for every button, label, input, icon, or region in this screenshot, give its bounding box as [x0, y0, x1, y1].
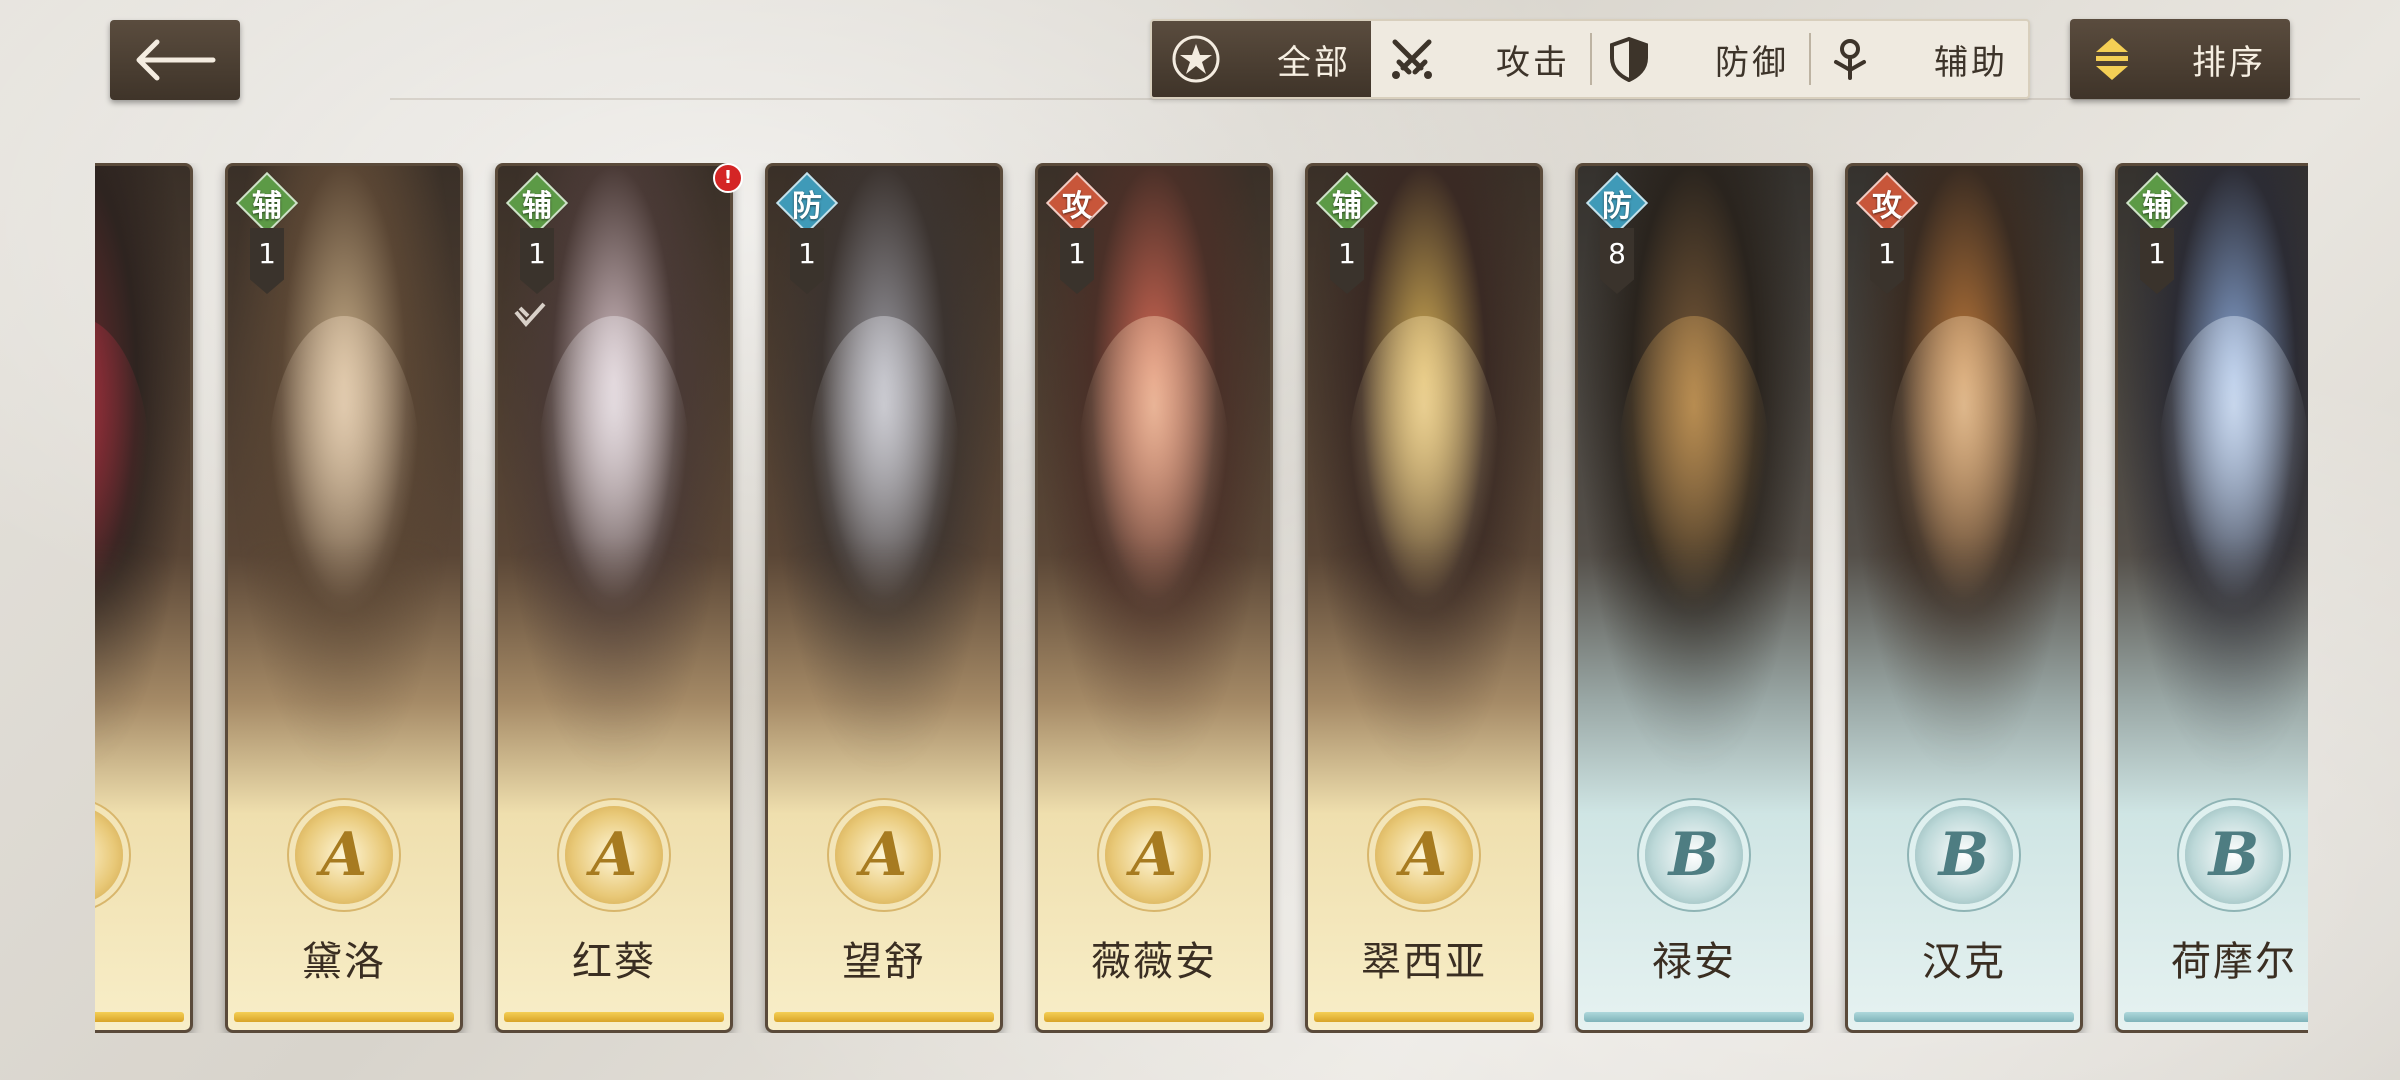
sort-label: 排序 — [2192, 42, 2266, 83]
character-card[interactable]: 辅 1 A 翠西亚 — [1305, 163, 1543, 1033]
filter-tab-defense[interactable]: 防御 — [1590, 21, 1809, 97]
rank-medal: A — [1105, 806, 1203, 904]
role-label: 防 — [1602, 189, 1632, 224]
rarity-bar — [1854, 1012, 2074, 1022]
character-name: 红葵 — [572, 939, 656, 985]
role-label: 辅 — [252, 189, 282, 224]
filter-tab-label: 全部 — [1277, 42, 1351, 83]
character-name: 薇薇安 — [1091, 939, 1217, 985]
character-name: 黛洛 — [302, 939, 386, 985]
role-badge: 辅 — [505, 171, 569, 235]
rarity-bar — [95, 1012, 184, 1022]
role-label: 攻 — [1872, 189, 1902, 224]
character-card[interactable]: 防 8 B 禄安 — [1575, 163, 1813, 1033]
character-card-list: A玫辅1A黛洛辅1A红葵!防1A望舒攻1A薇薇安辅1A翠西亚防8B禄安攻1B汉克… — [95, 163, 2308, 1033]
character-card[interactable]: A玫 — [95, 163, 193, 1033]
character-card[interactable]: 辅 1 B 荷摩尔 — [2115, 163, 2308, 1033]
back-arrow-icon — [136, 39, 216, 81]
filter-tab-all[interactable]: 全部 — [1152, 21, 1371, 97]
character-name: 汉克 — [1922, 939, 2006, 985]
role-badge: 辅 — [235, 171, 299, 235]
role-badge: 防 — [775, 171, 839, 235]
character-card[interactable]: 攻 1 B 汉克 — [1845, 163, 2083, 1033]
sort-icon — [2096, 38, 2128, 80]
role-label: 辅 — [522, 189, 552, 224]
role-badge: 辅 — [2125, 171, 2189, 235]
character-card[interactable]: 辅 1 A 红葵 — [495, 163, 733, 1033]
role-label: 攻 — [1062, 189, 1092, 224]
role-label: 防 — [792, 189, 822, 224]
role-badge: 攻 — [1045, 171, 1109, 235]
star-icon — [1172, 35, 1220, 83]
rank-medal: B — [2185, 806, 2283, 904]
character-portrait — [95, 166, 190, 786]
shield-icon — [1610, 36, 1648, 82]
filter-tab-support[interactable]: 辅助 — [1809, 21, 2028, 97]
character-name: 禄安 — [1652, 939, 1736, 985]
crossed-swords-icon — [1392, 39, 1432, 79]
role-filter-bar: 全部 攻击 防御 辅助 — [1150, 19, 2030, 99]
back-button[interactable] — [110, 20, 240, 100]
rarity-bar — [2124, 1012, 2308, 1022]
rarity-bar — [1314, 1012, 1534, 1022]
sort-button[interactable]: 排序 — [2070, 19, 2290, 99]
bond-link-icon — [514, 302, 546, 328]
filter-tab-label: 防御 — [1715, 42, 1789, 83]
rank-medal: B — [1645, 806, 1743, 904]
character-card[interactable]: 防 1 A 望舒 — [765, 163, 1003, 1033]
role-badge: 攻 — [1855, 171, 1919, 235]
character-name: 望舒 — [842, 939, 926, 985]
support-icon — [1834, 39, 1866, 80]
role-badge: 辅 — [1315, 171, 1379, 235]
character-name: 荷摩尔 — [2171, 939, 2297, 985]
character-card[interactable]: 攻 1 A 薇薇安 — [1035, 163, 1273, 1033]
rarity-bar — [1044, 1012, 1264, 1022]
filter-tab-label: 攻击 — [1496, 42, 1570, 83]
notification-badge: ! — [713, 163, 743, 193]
filter-tab-label: 辅助 — [1934, 42, 2008, 83]
rank-medal: A — [295, 806, 393, 904]
rarity-bar — [1584, 1012, 1804, 1022]
role-label: 辅 — [1332, 189, 1362, 224]
rarity-bar — [504, 1012, 724, 1022]
filter-tab-attack[interactable]: 攻击 — [1371, 21, 1590, 97]
character-name: 玫 — [95, 929, 190, 987]
rank-medal: A — [1375, 806, 1473, 904]
role-label: 辅 — [2142, 189, 2172, 224]
rank-medal: A — [95, 806, 123, 904]
rank-medal: B — [1915, 806, 2013, 904]
rank-medal: A — [565, 806, 663, 904]
rarity-bar — [774, 1012, 994, 1022]
rank-medal: A — [835, 806, 933, 904]
character-name: 翠西亚 — [1361, 939, 1487, 985]
character-card[interactable]: 辅 1 A 黛洛 — [225, 163, 463, 1033]
rarity-bar — [234, 1012, 454, 1022]
role-badge: 防 — [1585, 171, 1649, 235]
